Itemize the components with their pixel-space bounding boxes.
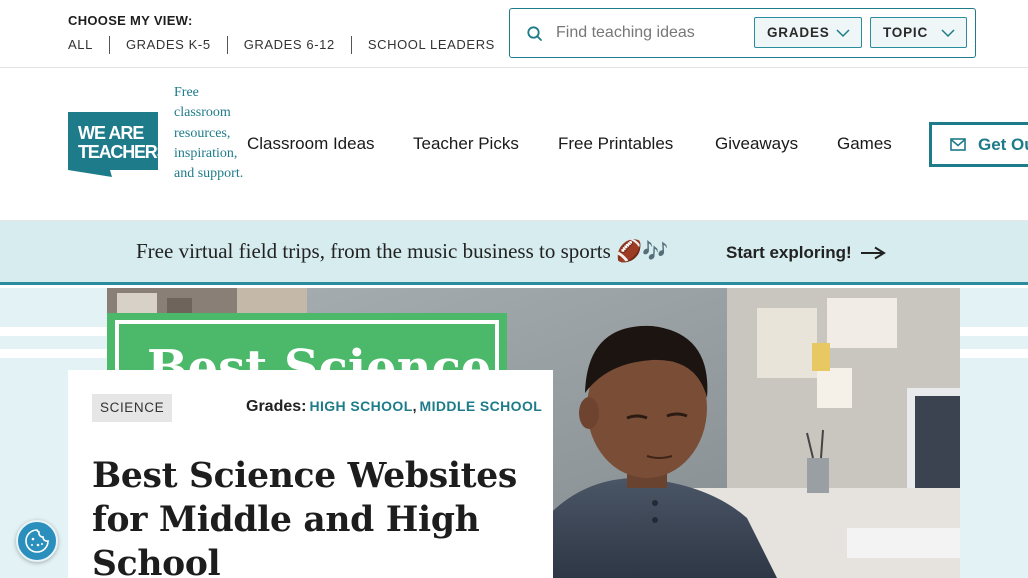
article-title: Best Science Websites for Middle and Hig… (92, 456, 518, 578)
grade-link-middle-school[interactable]: MIDDLE SCHOOL (420, 398, 543, 414)
site-header: WE ARE TEACHERS Free classroom resources… (0, 68, 1028, 221)
topic-filter-select[interactable]: TOPIC (870, 17, 967, 48)
category-tag[interactable]: SCIENCE (92, 394, 173, 422)
view-link-school-leaders[interactable]: SCHOOL LEADERS (350, 36, 511, 54)
promo-cta-link[interactable]: Start exploring! (726, 243, 886, 263)
arrow-right-icon (860, 246, 886, 260)
view-selector-title: CHOOSE MY VIEW: (68, 13, 193, 28)
grade-link-high-school[interactable]: HIGH SCHOOL (309, 398, 412, 414)
nav-classroom-ideas[interactable]: Classroom Ideas (247, 134, 375, 154)
logo-line-2: TEACHERS (78, 142, 158, 162)
nav-giveaways[interactable]: Giveaways (715, 134, 798, 154)
utility-bar: CHOOSE MY VIEW: ALL GRADES K-5 GRADES 6-… (0, 0, 1028, 68)
cookie-icon (25, 529, 49, 553)
grades-filter-select[interactable]: GRADES (754, 17, 862, 48)
view-link-all[interactable]: ALL (68, 36, 109, 54)
cookie-settings-button[interactable] (16, 520, 58, 562)
view-selector-links: ALL GRADES K-5 GRADES 6-12 SCHOOL LEADER… (68, 36, 511, 54)
search-input[interactable] (556, 17, 752, 49)
promo-text: Free virtual field trips, from the music… (136, 239, 669, 263)
promo-cta-label: Start exploring! (726, 243, 852, 262)
grade-separator: , (412, 398, 417, 414)
we-are-teachers-logo[interactable]: WE ARE TEACHERS (68, 112, 158, 177)
grades-row: Grades: HIGH SCHOOL , MIDDLE SCHOOL (246, 398, 542, 416)
topic-filter-label: TOPIC (883, 25, 929, 40)
article-card: SCIENCE Grades: HIGH SCHOOL , MIDDLE SCH… (68, 370, 553, 578)
search-box: GRADES TOPIC (509, 8, 976, 58)
newsletter-signup-button[interactable]: Get Ou (929, 122, 1028, 167)
search-icon[interactable] (526, 25, 544, 43)
nav-games[interactable]: Games (837, 134, 892, 154)
view-link-grades-k5[interactable]: GRADES K-5 (108, 36, 227, 54)
chevron-down-icon (836, 29, 850, 38)
site-tagline: Free classroom resources, inspiration, a… (174, 85, 244, 182)
mail-icon (950, 138, 966, 151)
newsletter-button-label: Get Ou (978, 134, 1028, 154)
nav-free-printables[interactable]: Free Printables (558, 134, 673, 154)
nav-teacher-picks[interactable]: Teacher Picks (413, 134, 519, 154)
view-link-grades-6-12[interactable]: GRADES 6-12 (226, 36, 351, 54)
promo-banner: Free virtual field trips, from the music… (0, 221, 1028, 285)
grades-label: Grades: (246, 398, 307, 415)
grades-filter-label: GRADES (767, 25, 830, 40)
logo-line-1: WE ARE (78, 123, 144, 143)
chevron-down-icon (941, 29, 955, 38)
